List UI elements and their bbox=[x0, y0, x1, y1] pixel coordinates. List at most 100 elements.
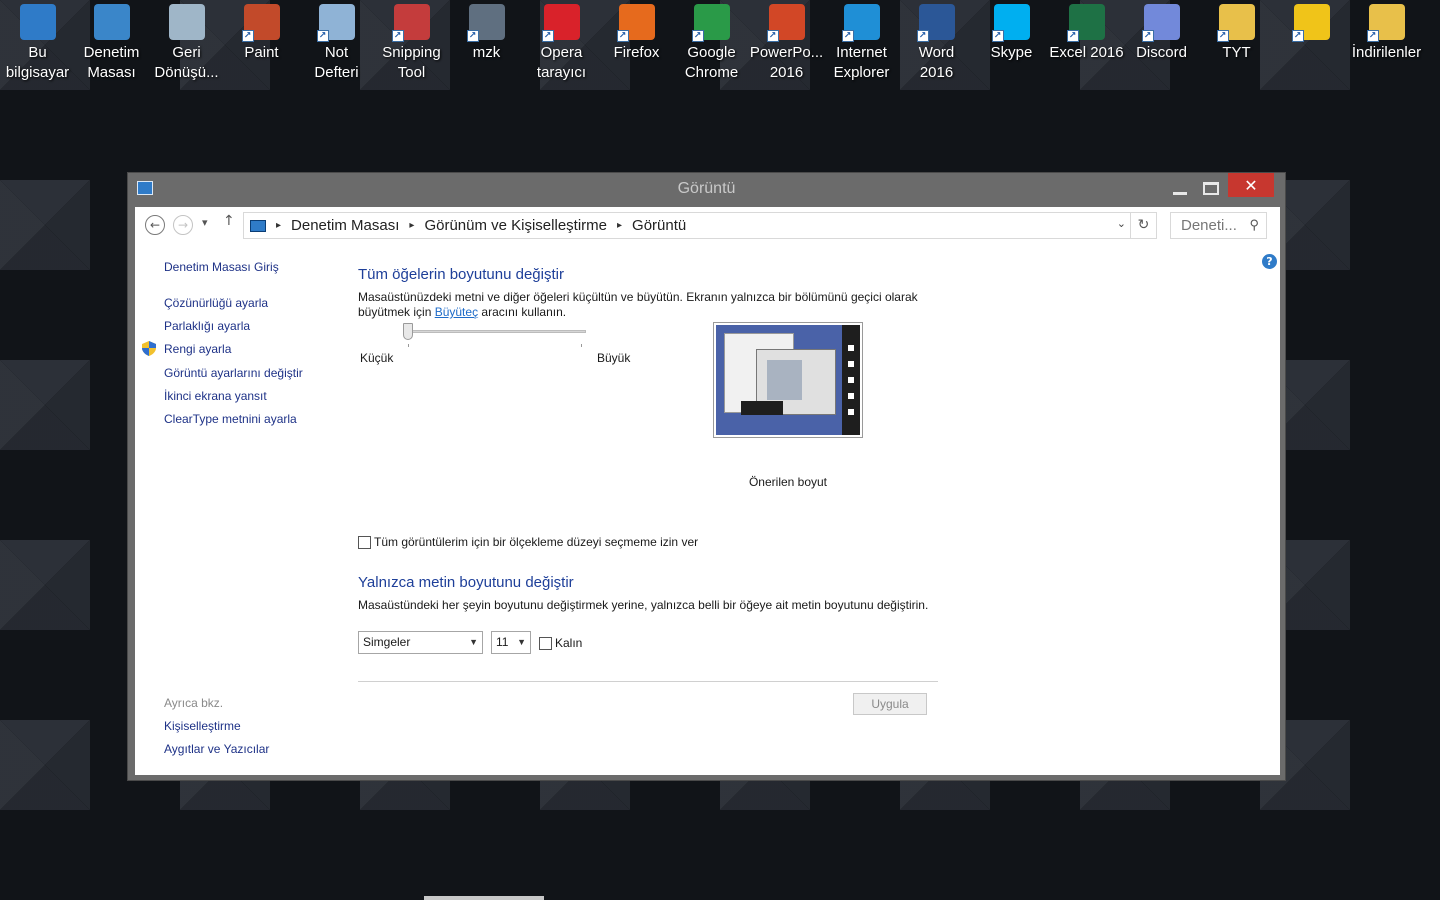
adjust-brightness-link[interactable]: Parlaklığı ayarla bbox=[164, 319, 250, 333]
up-button[interactable]: ↑ bbox=[223, 213, 235, 229]
breadcrumb-control-panel[interactable]: Denetim Masası bbox=[291, 217, 399, 234]
chevron-down-icon: ▾ bbox=[202, 216, 208, 229]
downloads-folder-icon: ↗ bbox=[1366, 4, 1405, 42]
desktop-icon[interactable]: ↗ PowerPo... 2016 bbox=[749, 4, 824, 88]
size-preview-image bbox=[713, 322, 863, 438]
shortcut-arrow-icon: ↗ bbox=[841, 30, 854, 42]
shortcut-arrow-icon: ↗ bbox=[991, 30, 1004, 42]
search-placeholder: Deneti... bbox=[1181, 217, 1237, 234]
help-icon[interactable]: ? bbox=[1262, 254, 1277, 269]
font-size-select[interactable]: 11 ▼ bbox=[491, 631, 531, 654]
size-slider-thumb[interactable] bbox=[403, 323, 413, 340]
slider-max-label: Büyük bbox=[597, 351, 631, 365]
close-icon: ✕ bbox=[1244, 175, 1258, 195]
bold-label[interactable]: Kalın bbox=[555, 636, 582, 650]
slider-tick bbox=[408, 344, 409, 347]
font-size-value: 11 bbox=[496, 635, 509, 649]
refresh-icon: ↻ bbox=[1137, 217, 1150, 233]
desktop-icon[interactable]: ↗ TYT bbox=[1199, 4, 1274, 88]
shortcut-arrow-icon: ↗ bbox=[316, 30, 329, 42]
back-button[interactable]: ← bbox=[145, 215, 165, 235]
breadcrumb-separator-icon[interactable]: ▸ bbox=[617, 220, 622, 231]
minimize-icon bbox=[1173, 191, 1187, 195]
desktop-icon[interactable]: ↗ Excel 2016 bbox=[1049, 4, 1124, 88]
shortcut-arrow-icon: ↗ bbox=[616, 30, 629, 42]
text-item-select[interactable]: Simgeler ▼ bbox=[358, 631, 483, 654]
control-panel-home-link[interactable]: Denetim Masası Giriş bbox=[164, 260, 279, 274]
desktop-icon[interactable]: ↗ Snipping Tool bbox=[374, 4, 449, 88]
desktop-icon[interactable]: ↗ Internet Explorer bbox=[824, 4, 899, 88]
shortcut-arrow-icon: ↗ bbox=[466, 30, 479, 42]
calibrate-color-link[interactable]: Rengi ayarla bbox=[164, 342, 231, 356]
shortcut-arrow-icon: ↗ bbox=[391, 30, 404, 42]
discord-icon: ↗ bbox=[1141, 4, 1180, 42]
search-control-panel-input[interactable]: Deneti... ⚲ bbox=[1170, 212, 1267, 239]
breadcrumb-separator-icon[interactable]: ▸ bbox=[409, 220, 414, 231]
desktop-icon[interactable]: ↗ Word 2016 bbox=[899, 4, 974, 88]
desktop-icon[interactable]: ↗ Firefox bbox=[599, 4, 674, 88]
personalization-link[interactable]: Kişiselleştirme bbox=[164, 719, 241, 733]
shortcut-arrow-icon: ↗ bbox=[1066, 30, 1079, 42]
breadcrumb-display[interactable]: Görüntü bbox=[632, 217, 686, 234]
uac-shield-icon bbox=[142, 341, 156, 356]
desktop-icon[interactable]: ↗ Opera tarayıcı bbox=[524, 4, 599, 88]
close-button[interactable]: ✕ bbox=[1228, 173, 1274, 197]
desktop-icon[interactable]: ↗ Skype bbox=[974, 4, 1049, 88]
bold-checkbox[interactable] bbox=[539, 637, 552, 650]
preview-sidebar bbox=[842, 325, 860, 435]
shortcut-arrow-icon: ↗ bbox=[1216, 30, 1229, 42]
breadcrumb-separator-icon[interactable]: ▸ bbox=[276, 220, 281, 231]
recent-pages-button[interactable]: ▾ bbox=[202, 216, 208, 229]
title-bar[interactable]: Görüntü ✕ bbox=[128, 173, 1285, 207]
scissors-icon: ↗ bbox=[391, 4, 430, 42]
window-client: ← → ▾ ↑ ▸ Denetim Masası ▸ Görünüm ve Ki… bbox=[135, 207, 1280, 775]
size-slider-track[interactable] bbox=[406, 330, 586, 333]
address-history-chevron-icon[interactable]: ⌄ bbox=[1117, 217, 1126, 230]
minimize-button[interactable] bbox=[1165, 177, 1195, 199]
up-arrow-icon: ↑ bbox=[223, 213, 235, 229]
window-title: Görüntü bbox=[677, 180, 736, 197]
chevron-down-icon: ▼ bbox=[517, 637, 526, 647]
breadcrumb-appearance[interactable]: Görünüm ve Kişiselleştirme bbox=[424, 217, 607, 234]
desktop-icon-label: Internet Explorer bbox=[833, 44, 890, 81]
desktop-icon-label: Word 2016 bbox=[918, 44, 955, 81]
desktop-icon[interactable]: ↗ Google Chrome bbox=[674, 4, 749, 88]
project-second-screen-link[interactable]: İkinci ekrana yansıt bbox=[164, 389, 267, 403]
desktop-icon[interactable]: ↗ Not Defteri bbox=[299, 4, 374, 88]
see-also-heading: Ayrıca bkz. bbox=[164, 696, 224, 710]
desktop-icon[interactable]: ↗ Discord bbox=[1124, 4, 1199, 88]
desktop-icon-label: Google Chrome bbox=[684, 44, 739, 81]
preview-screen bbox=[716, 325, 860, 435]
shortcut-arrow-icon: ↗ bbox=[766, 30, 779, 42]
divider bbox=[358, 681, 938, 682]
custom-scaling-checkbox[interactable] bbox=[358, 536, 371, 549]
desktop-icon[interactable]: ↗ bbox=[1274, 4, 1349, 88]
devices-printers-link[interactable]: Aygıtlar ve Yazıcılar bbox=[164, 742, 269, 756]
refresh-button[interactable]: ↻ bbox=[1131, 212, 1157, 239]
desktop-icon-label: Snipping Tool bbox=[382, 44, 441, 81]
desktop-icon[interactable]: Denetim Masası bbox=[74, 4, 149, 88]
desktop-icon[interactable]: ↗ İndirilenler bbox=[1349, 4, 1424, 88]
text-size-description: Masaüstündeki her şeyin boyutunu değişti… bbox=[358, 598, 929, 612]
text-item-value: Simgeler bbox=[363, 635, 411, 649]
apply-button[interactable]: Uygula bbox=[853, 693, 927, 715]
paint-icon: ↗ bbox=[241, 4, 280, 42]
magnifier-link[interactable]: Büyüteç bbox=[435, 305, 478, 319]
settings-gear-icon: ↗ bbox=[1291, 4, 1330, 42]
change-all-items-size-heading: Tüm öğelerin boyutunu değiştir bbox=[358, 266, 564, 283]
cleartype-link[interactable]: ClearType metnini ayarla bbox=[164, 412, 297, 426]
desktop-icon[interactable]: ↗ mzk bbox=[449, 4, 524, 88]
adjust-resolution-link[interactable]: Çözünürlüğü ayarla bbox=[164, 296, 268, 310]
address-bar[interactable]: ▸ Denetim Masası ▸ Görünüm ve Kişiselleş… bbox=[243, 212, 1131, 239]
custom-scaling-label[interactable]: Tüm görüntülerim için bir ölçekleme düze… bbox=[374, 535, 698, 549]
forward-button[interactable]: → bbox=[173, 215, 193, 235]
desktop-icon[interactable]: ↗ Paint bbox=[224, 4, 299, 88]
change-display-settings-link[interactable]: Görüntü ayarlarını değiştir bbox=[164, 366, 303, 380]
desktop-icon[interactable]: Bu bilgisayar bbox=[0, 4, 75, 88]
maximize-button[interactable] bbox=[1195, 177, 1227, 199]
desktop-icon-label: Bu bilgisayar bbox=[5, 44, 70, 81]
desktop-icon[interactable]: Geri Dönüşü... bbox=[149, 4, 224, 88]
opera-icon: ↗ bbox=[541, 4, 580, 42]
search-icon: ⚲ bbox=[1249, 217, 1259, 232]
word-icon: ↗ bbox=[916, 4, 955, 42]
